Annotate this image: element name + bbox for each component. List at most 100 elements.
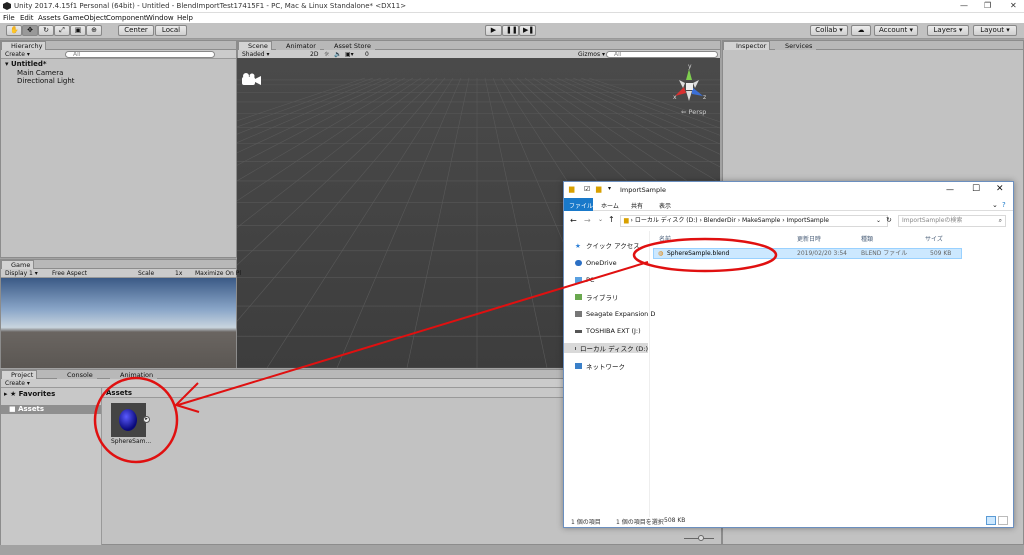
tab-inspector[interactable]: Inspector xyxy=(723,41,771,50)
maximize-icon[interactable]: ❐ xyxy=(984,1,991,10)
refresh-icon[interactable]: ↻ xyxy=(886,216,892,224)
nav-toshiba[interactable]: TOSHIBA EXT (J:) xyxy=(575,326,641,336)
tab-animation[interactable]: Animation xyxy=(110,370,158,379)
tab-animator[interactable]: Animator xyxy=(276,41,320,50)
large-icons-view-icon[interactable] xyxy=(998,516,1008,525)
ribbon-view-tab[interactable]: 表示 xyxy=(659,201,671,210)
scene-root-item[interactable]: ▾ Untitled* xyxy=(5,60,47,68)
tab-scene[interactable]: Scene xyxy=(238,41,272,50)
menu-file[interactable]: File xyxy=(3,14,15,22)
game-view[interactable] xyxy=(1,278,236,368)
shading-mode-dropdown[interactable]: Shaded ▾ xyxy=(242,51,270,58)
minimize-icon[interactable]: — xyxy=(960,1,968,10)
layers-button[interactable]: Layers ▾ xyxy=(927,25,969,36)
step-button[interactable]: ▶❚ xyxy=(519,25,536,36)
hierarchy-item-directional-light[interactable]: Directional Light xyxy=(17,77,75,85)
menu-component[interactable]: Component xyxy=(106,14,147,22)
tab-asset-store[interactable]: Asset Store xyxy=(324,41,376,50)
nav-local-disk[interactable]: ローカル ディスク (D:) xyxy=(564,343,648,353)
explorer-close-icon[interactable]: ✕ xyxy=(996,184,1004,194)
play-button[interactable]: ▶ xyxy=(485,25,502,36)
scene-orientation-gizmo[interactable]: y x z xyxy=(667,63,711,109)
nav-network[interactable]: ネットワーク xyxy=(575,361,625,371)
tab-game[interactable]: Game xyxy=(1,260,35,269)
menu-assets[interactable]: Assets xyxy=(38,14,61,22)
hand-tool-icon[interactable]: ✋ xyxy=(6,25,22,36)
hidden-objects-icon[interactable]: 0 xyxy=(365,51,369,58)
pause-button[interactable]: ❚❚ xyxy=(502,25,519,36)
up-arrow-icon[interactable]: ↑ xyxy=(608,215,615,224)
pivot-local-button[interactable]: Local xyxy=(155,25,187,36)
column-size[interactable]: サイズ xyxy=(925,234,943,243)
collab-button[interactable]: Collab ▾ xyxy=(810,25,848,36)
ribbon-file-tab[interactable]: ファイル xyxy=(564,198,593,211)
nav-seagate[interactable]: Seagate Expansion D xyxy=(575,309,655,319)
table-row[interactable]: ◍ SphereSample.blend 2019/02/20 3:54 BLE… xyxy=(653,248,962,259)
rotate-tool-icon[interactable]: ↻ xyxy=(38,25,54,36)
nav-quick-access[interactable]: ★ クイック アクセス xyxy=(575,240,640,250)
column-type[interactable]: 種類 xyxy=(861,234,873,243)
recent-dropdown-icon[interactable]: ⌄ xyxy=(598,216,603,223)
project-create-button[interactable]: Create ▾ xyxy=(5,380,30,387)
hierarchy-search-input[interactable]: All xyxy=(65,51,215,58)
assets-tree-item[interactable]: ■ Assets xyxy=(1,405,101,414)
display-dropdown[interactable]: Display 1 ▾ xyxy=(5,270,38,277)
layout-button[interactable]: Layout ▾ xyxy=(973,25,1017,36)
menu-help[interactable]: Help xyxy=(177,14,193,22)
back-arrow-icon[interactable]: ← xyxy=(570,216,577,225)
maximize-on-play-toggle[interactable]: Maximize On Pl xyxy=(195,270,241,277)
tab-console[interactable]: Console xyxy=(57,370,97,379)
mode-2d-button[interactable]: 2D xyxy=(310,51,318,58)
column-date[interactable]: 更新日時 xyxy=(797,234,821,243)
nav-pc[interactable]: PC xyxy=(575,275,594,285)
path-segment-makesample[interactable]: MakeSample xyxy=(742,217,780,224)
ribbon-expand-icon[interactable]: ⌄ xyxy=(992,201,998,209)
light-icon[interactable]: ☼ xyxy=(324,51,329,58)
zoom-slider-thumb[interactable] xyxy=(698,535,704,541)
path-segment-drive[interactable]: ローカル ディスク (D:) xyxy=(635,217,698,224)
explorer-minimize-icon[interactable]: — xyxy=(946,185,954,194)
ribbon-home-tab[interactable]: ホーム xyxy=(601,201,619,210)
transform-tool-icon[interactable]: ⊕ xyxy=(86,25,102,36)
expand-asset-icon[interactable]: ▸ xyxy=(143,416,150,423)
asset-thumbnail[interactable] xyxy=(111,403,146,437)
address-bar[interactable]: ▆ › ローカル ディスク (D:) › BlenderDir › MakeSa… xyxy=(620,215,888,227)
explorer-maximize-icon[interactable]: ☐ xyxy=(972,184,980,194)
path-segment-blenderdir[interactable]: BlenderDir xyxy=(704,217,736,224)
help-icon[interactable]: ? xyxy=(1002,201,1006,209)
details-view-icon[interactable] xyxy=(986,516,996,525)
menu-gameobject[interactable]: GameObject xyxy=(63,14,107,22)
rect-tool-icon[interactable]: ▣ xyxy=(70,25,86,36)
asset-name[interactable]: SphereSam... xyxy=(111,438,151,445)
new-folder-icon[interactable]: ▆ xyxy=(596,185,601,193)
tab-services[interactable]: Services xyxy=(775,41,817,50)
account-button[interactable]: Account ▾ xyxy=(874,25,918,36)
projection-label[interactable]: ⇐ Persp xyxy=(681,108,706,116)
favorites-item[interactable]: ▸ ★ Favorites xyxy=(4,390,55,398)
hierarchy-create-button[interactable]: Create ▾ xyxy=(5,51,30,58)
pivot-center-button[interactable]: Center xyxy=(118,25,154,36)
explorer-search-input[interactable]: ImportSampleの検索 ⌕ xyxy=(898,215,1006,227)
scene-search-input[interactable]: All xyxy=(606,51,718,58)
effects-icon[interactable]: ▣▾ xyxy=(345,51,354,58)
path-segment-importsample[interactable]: ImportSample xyxy=(787,217,829,224)
forward-arrow-icon[interactable]: → xyxy=(584,216,591,225)
menu-window[interactable]: Window xyxy=(146,14,174,22)
nav-onedrive[interactable]: OneDrive xyxy=(575,258,617,268)
nav-library[interactable]: ライブラリ xyxy=(575,292,619,302)
scale-tool-icon[interactable]: ⤢ xyxy=(54,25,70,36)
cloud-icon[interactable]: ☁ xyxy=(851,25,871,36)
address-dropdown-icon[interactable]: ⌄ xyxy=(876,217,881,224)
close-icon[interactable]: ✕ xyxy=(1010,1,1017,10)
tab-project[interactable]: Project xyxy=(1,370,38,379)
gizmos-dropdown[interactable]: Gizmos ▾ xyxy=(578,51,605,58)
audio-icon[interactable]: 🔈 xyxy=(334,51,341,58)
quick-access-dropdown-icon[interactable]: ▾ xyxy=(608,185,611,192)
properties-icon[interactable]: ☑ xyxy=(584,185,590,193)
zoom-slider[interactable] xyxy=(684,535,714,541)
aspect-dropdown[interactable]: Free Aspect xyxy=(52,270,87,277)
column-name[interactable]: 名前 xyxy=(659,234,671,243)
menu-edit[interactable]: Edit xyxy=(20,14,34,22)
hierarchy-item-main-camera[interactable]: Main Camera xyxy=(17,69,63,77)
move-tool-icon[interactable]: ✥ xyxy=(22,25,38,36)
